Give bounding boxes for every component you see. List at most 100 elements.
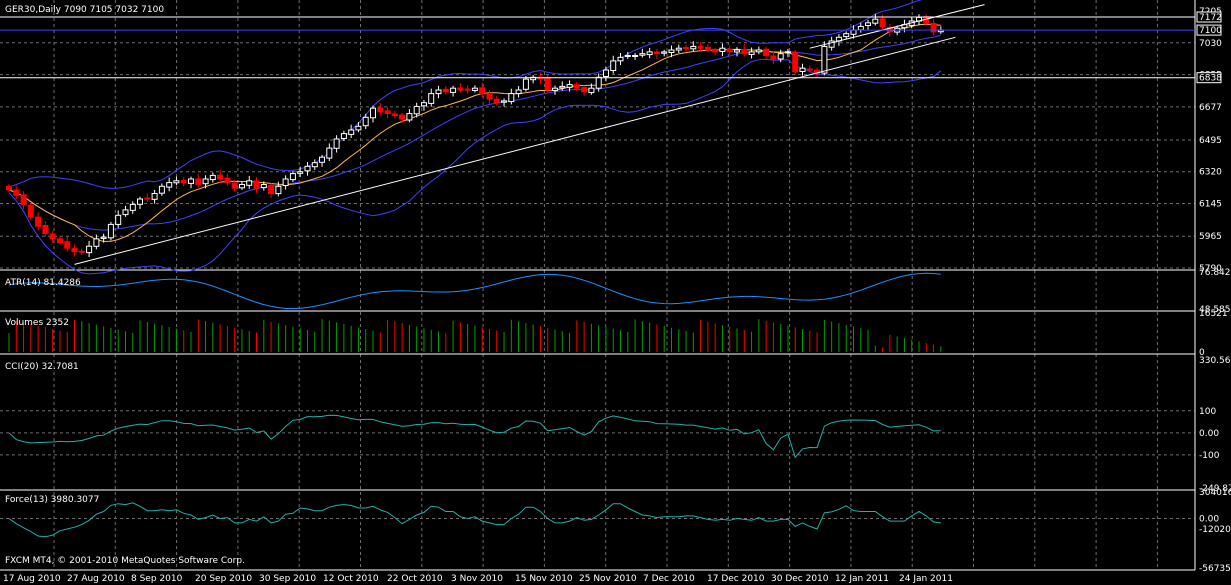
candle-body — [203, 179, 208, 184]
price-tick-label: 5965 — [1199, 232, 1222, 242]
candle-body — [465, 89, 470, 90]
candle-body — [472, 88, 477, 90]
candle-body — [159, 186, 164, 193]
candle-body — [14, 190, 19, 195]
candle-body — [786, 52, 791, 53]
date-tick-label: 12 Jan 2011 — [835, 574, 889, 584]
candle-body — [705, 47, 710, 50]
force-tick-label: 304016. — [1199, 488, 1231, 498]
candle-body — [691, 46, 696, 48]
candle-body — [28, 205, 33, 217]
candle-body — [210, 175, 215, 179]
price-marker-label: 7100 — [1199, 26, 1222, 36]
candle-body — [130, 204, 135, 210]
cci-tick-label: 0.00 — [1199, 429, 1219, 439]
candle-body — [269, 185, 274, 193]
price-marker-label: 7172 — [1199, 13, 1222, 23]
candle-body — [422, 103, 427, 106]
candle-body — [436, 90, 441, 94]
cci-title: CCI(20) 32.7081 — [5, 362, 79, 372]
candle-body — [800, 68, 805, 71]
candle-body — [87, 246, 92, 252]
candle-body — [567, 85, 572, 88]
candle-body — [7, 186, 12, 190]
candle-body — [407, 114, 412, 120]
candle-body — [429, 94, 434, 104]
candle-body — [494, 99, 499, 103]
candle-body — [378, 108, 383, 112]
volumes-title: Volumes 2352 — [5, 318, 69, 328]
candle-body — [880, 19, 885, 27]
candle-body — [123, 210, 128, 215]
candle-body — [36, 217, 41, 226]
candle-body — [713, 50, 718, 52]
candle-body — [545, 78, 550, 90]
candle-body — [181, 180, 186, 182]
candle-body — [254, 181, 259, 188]
date-tick-label: 20 Sep 2010 — [195, 574, 252, 584]
candle-body — [516, 90, 521, 94]
force-tick-label: -567355 — [1199, 564, 1231, 574]
candle-body — [196, 179, 201, 184]
trading-chart[interactable]: 7205703068556677649563206145596557907172… — [0, 0, 1231, 585]
candle-body — [385, 111, 390, 114]
candle-body — [553, 88, 558, 90]
cci-tick-label: 330.563 — [1199, 356, 1231, 366]
candle-body — [509, 94, 514, 102]
candle-body — [589, 88, 594, 92]
candle-body — [349, 130, 354, 134]
candle-body — [582, 88, 587, 92]
candle-body — [225, 178, 230, 183]
candle-body — [371, 108, 376, 118]
candle-body — [618, 57, 623, 61]
candle-body — [65, 242, 70, 248]
candle-body — [400, 115, 405, 119]
candle-body — [298, 172, 303, 174]
candle-body — [167, 183, 172, 188]
date-tick-label: 15 Nov 2010 — [515, 574, 573, 584]
candle-body — [451, 88, 456, 92]
candle-body — [341, 134, 346, 139]
candle-body — [327, 148, 332, 158]
symbol-info: GER30,Daily 7090 7105 7032 7100 — [5, 5, 164, 15]
candle-body — [866, 23, 871, 26]
candle-body — [807, 69, 812, 70]
candle-body — [72, 248, 77, 251]
candle-body — [662, 52, 667, 53]
candle-body — [94, 239, 99, 246]
date-tick-label: 24 Jan 2011 — [899, 574, 953, 584]
candle-body — [822, 46, 827, 73]
cci-tick-label: -100 — [1199, 451, 1220, 461]
candle-body — [363, 117, 368, 125]
candle-body — [283, 179, 288, 186]
candle-body — [640, 54, 645, 56]
candle-body — [793, 52, 798, 72]
candle-body — [247, 181, 252, 186]
price-tick-label: 6677 — [1199, 103, 1222, 113]
candle-body — [290, 174, 295, 180]
candle-body — [676, 48, 681, 50]
force-title: Force(13) 3980.3077 — [5, 495, 99, 505]
candle-body — [50, 234, 55, 239]
candle-body — [654, 52, 659, 54]
candle-body — [145, 198, 150, 199]
candle-body — [669, 50, 674, 53]
candle-body — [698, 46, 703, 48]
candle-body — [218, 175, 223, 179]
candle-body — [58, 239, 63, 243]
candle-body — [604, 70, 609, 77]
candle-body — [684, 48, 689, 49]
candle-body — [560, 86, 565, 88]
candle-body — [443, 89, 448, 92]
candle-body — [138, 199, 143, 204]
candle-body — [261, 185, 266, 188]
candle-body — [21, 195, 26, 205]
force-tick-label: 0.00 — [1199, 515, 1219, 525]
candle-body — [320, 157, 325, 162]
candle-body — [727, 49, 732, 52]
candle-body — [764, 49, 769, 55]
candle-body — [232, 183, 237, 188]
candle-body — [189, 179, 194, 183]
x-axis-labels: 17 Aug 201027 Aug 20108 Sep 201020 Sep 2… — [3, 574, 953, 584]
candle-body — [625, 56, 630, 57]
